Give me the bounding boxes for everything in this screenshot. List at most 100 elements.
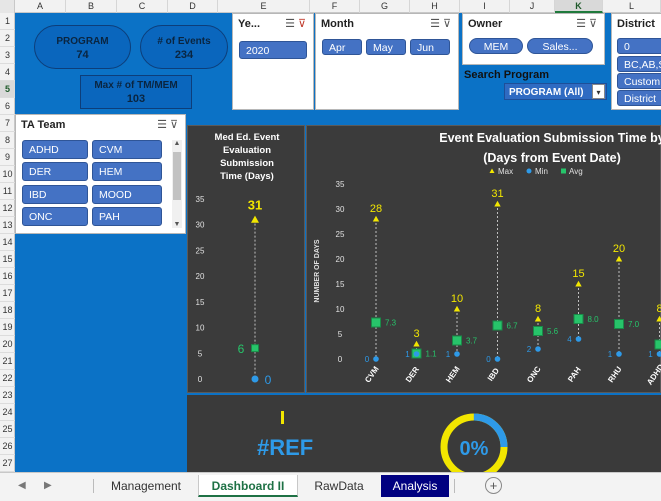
ta-item-adhd[interactable]: ADHD [22,140,88,159]
tab-rawdata[interactable]: RawData [300,475,378,497]
ta-item-ibd[interactable]: IBD [22,185,88,204]
tab-management[interactable]: Management [96,475,196,497]
row-header-25[interactable]: 25 [0,421,15,438]
chart-title-line: Evaluation [223,145,271,156]
gauge-value: 0% [460,438,489,460]
row-header-20[interactable]: 20 [0,336,15,353]
max-marker [615,255,623,262]
row-header-15[interactable]: 15 [0,251,15,268]
tab-analysis[interactable]: Analysis [381,475,449,497]
month-slicer[interactable]: Month ☰⊽ Apr May Jun [315,13,459,110]
row-header-6[interactable]: 6 [0,98,15,115]
row-header-9[interactable]: 9 [0,149,15,166]
clear-filter-icon[interactable]: ⊽ [443,18,454,30]
ta-item-pah[interactable]: PAH [92,207,162,226]
ta-item-der[interactable]: DER [22,162,88,181]
ta-item-cvm[interactable]: CVM [92,140,162,159]
chart-title-line: Time (Days) [220,171,274,182]
row-header-11[interactable]: 11 [0,183,15,200]
multi-select-icon[interactable]: ☰ [157,119,170,131]
year-item-2020[interactable]: 2020 [239,41,307,59]
column-header-a[interactable]: A [15,0,66,13]
row-header-17[interactable]: 17 [0,285,15,302]
column-header-c[interactable]: C [117,0,168,13]
column-header-g[interactable]: G [360,0,410,13]
y-tick-label: 5 [338,330,343,339]
min-marker [454,351,460,357]
row-header-1[interactable]: 1 [0,13,15,30]
owner-slicer[interactable]: Owner ☰⊽ MEM Sales... [462,13,605,65]
column-header-l[interactable]: L [603,0,661,13]
row-header-13[interactable]: 13 [0,217,15,234]
tab-scroll-left-icon[interactable]: ◀ [18,480,26,491]
add-sheet-icon[interactable]: + [485,477,502,494]
scroll-down-icon[interactable]: ▼ [172,221,182,228]
owner-item-sales[interactable]: Sales... [527,38,593,54]
x-tick-label: ADHD [645,362,661,386]
program-kpi-value: 74 [76,49,89,61]
column-header-e[interactable]: E [218,0,310,13]
month-item-may[interactable]: May [366,39,406,55]
row-header-7[interactable]: 7 [0,115,15,132]
column-header-k[interactable]: K [555,0,603,13]
column-header-i[interactable]: I [460,0,510,13]
x-tick-label: HEM [444,364,462,384]
row-header-8[interactable]: 8 [0,132,15,149]
district-item-bc[interactable]: BC,AB,S [617,56,661,72]
column-header-f[interactable]: F [310,0,360,13]
sheet-tab-bar: ◀ ▶ Management Dashboard II RawData Anal… [0,472,661,501]
select-all-corner[interactable] [0,0,15,13]
row-header-16[interactable]: 16 [0,268,15,285]
row-header-14[interactable]: 14 [0,234,15,251]
row-header-3[interactable]: 3 [0,47,15,64]
ta-item-mood[interactable]: MOOD [92,185,162,204]
row-header-21[interactable]: 21 [0,353,15,370]
column-header-h[interactable]: H [410,0,460,13]
row-header-5[interactable]: 5 [0,81,15,98]
column-header-b[interactable]: B [66,0,117,13]
row-header-4[interactable]: 4 [0,64,15,81]
min-data-label: 2 [527,345,532,354]
row-header-18[interactable]: 18 [0,302,15,319]
owner-item-mem[interactable]: MEM [469,38,523,54]
row-header-19[interactable]: 19 [0,319,15,336]
row-header-27[interactable]: 27 [0,455,15,472]
avg-data-label: 3.7 [466,337,478,346]
multi-select-icon[interactable]: ☰ [430,18,443,30]
column-header-d[interactable]: D [168,0,218,13]
ta-item-onc[interactable]: ONC [22,207,88,226]
year-slicer[interactable]: Ye... ☰⊽ 2020 [232,13,314,110]
month-item-apr[interactable]: Apr [322,39,362,55]
row-header-10[interactable]: 10 [0,166,15,183]
row-header-23[interactable]: 23 [0,387,15,404]
scroll-up-icon[interactable]: ▲ [172,140,182,147]
evaluation-by-ta-chart: Event Evaluation Submission Time by (Days… [306,125,661,393]
ta-team-slicer[interactable]: TA Team ☰⊽ ADHD CVM DER HEM IBD MOOD ONC… [15,114,186,234]
district-item-0[interactable]: 0 [617,38,661,54]
multi-select-icon[interactable]: ☰ [576,18,589,30]
district-item-district[interactable]: District [617,90,661,106]
district-item-custom[interactable]: Custom [617,73,661,89]
district-slicer[interactable]: District 0 BC,AB,S Custom District [611,13,661,110]
ref-error-text: #REF [257,435,314,460]
multi-select-icon[interactable]: ☰ [285,18,298,30]
clear-filter-icon[interactable]: ⊽ [589,18,600,30]
tab-dashboard-ii[interactable]: Dashboard II [198,475,298,497]
year-slicer-title: Ye... [238,18,261,30]
column-header-j[interactable]: J [510,0,555,13]
clear-filter-icon[interactable]: ⊽ [170,119,181,131]
dropdown-arrow-icon[interactable]: ▾ [592,84,605,99]
kpi-marker [281,411,284,424]
row-header-2[interactable]: 2 [0,30,15,47]
ta-item-hem[interactable]: HEM [92,162,162,181]
legend-max-marker [489,168,495,173]
clear-filter-icon[interactable]: ⊽ [298,18,309,30]
tab-scroll-right-icon[interactable]: ▶ [44,480,52,491]
row-header-26[interactable]: 26 [0,438,15,455]
month-item-jun[interactable]: Jun [410,39,450,55]
row-header-22[interactable]: 22 [0,370,15,387]
scroll-thumb[interactable] [173,152,181,200]
row-header-12[interactable]: 12 [0,200,15,217]
row-header-24[interactable]: 24 [0,404,15,421]
ta-team-scrollbar[interactable]: ▲ ▼ [172,140,182,228]
